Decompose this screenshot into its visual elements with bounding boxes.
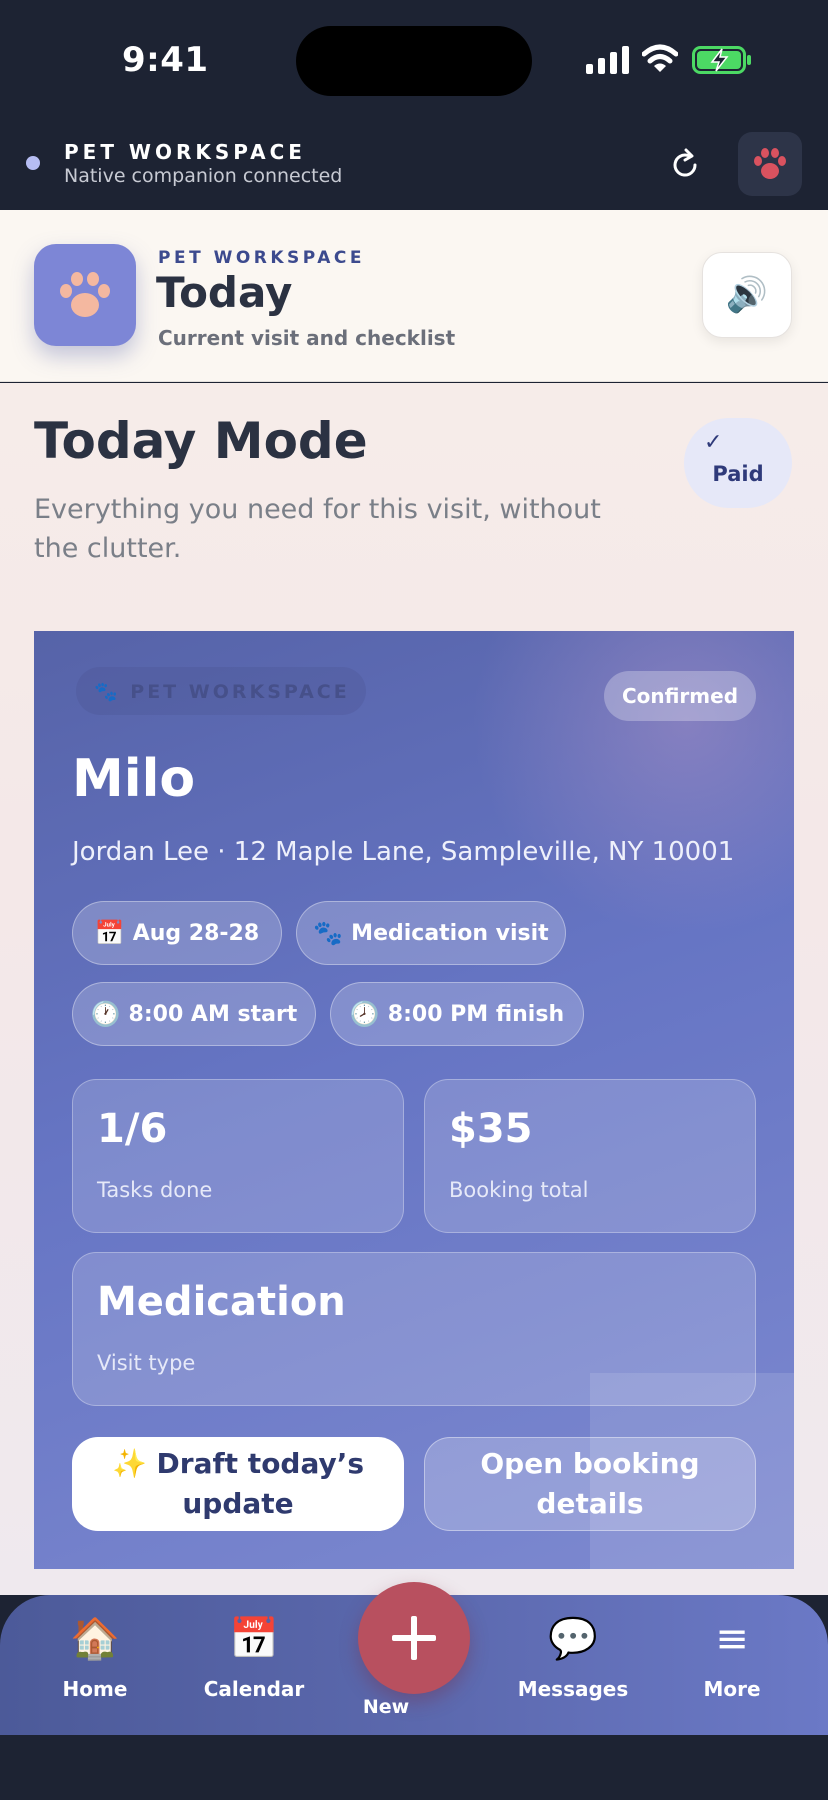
tab-more[interactable]: ≡ More (667, 1611, 797, 1701)
speech-bubble-icon: 💬 (548, 1616, 598, 1662)
app-kicker: PET WORKSPACE (158, 248, 365, 268)
chip-date-label: Aug 28-28 (132, 920, 260, 946)
chip-finish-label: 8:00 PM finish (387, 1001, 565, 1027)
tab-calendar-label: Calendar (203, 1677, 305, 1701)
refresh-button[interactable] (660, 140, 710, 190)
chip-start-time: 🕐 8:00 AM start (72, 982, 316, 1046)
dynamic-island (296, 26, 532, 96)
status-badge: Confirmed (604, 671, 756, 721)
booking-total-label: Booking total (449, 1178, 589, 1202)
speaker-icon: 🔊 (725, 275, 769, 315)
refresh-icon (673, 148, 697, 177)
wifi-icon (642, 44, 678, 72)
clock-icon: 🕗 (349, 1000, 380, 1028)
paid-label: Paid (712, 462, 764, 486)
draft-update-button[interactable]: ✨ Draft today’s update (72, 1437, 404, 1531)
page-title: Today Mode (34, 412, 368, 470)
app-subtitle: Current visit and checklist (158, 326, 456, 350)
paid-badge: ✓ Paid (684, 418, 792, 508)
status-time: 9:41 (122, 40, 209, 80)
paw-icon: 🐾 (313, 919, 344, 947)
app-logo (34, 244, 136, 346)
battery-charging-icon (692, 46, 751, 74)
plus-icon (392, 1616, 436, 1660)
calendar-icon: 📅 (94, 919, 125, 947)
stat-tasks: 1/6 Tasks done (72, 1079, 404, 1233)
home-icon: 🏠 (70, 1616, 120, 1662)
companion-title: PET WORKSPACE (64, 140, 306, 164)
paw-icon (60, 272, 110, 317)
checkmark-icon: ✓ (704, 430, 723, 455)
tab-home[interactable]: 🏠 Home (30, 1611, 160, 1701)
home-indicator-area (0, 1735, 828, 1800)
pet-menu-button[interactable] (738, 132, 802, 196)
clock-icon: 🕐 (90, 1000, 121, 1028)
pet-name: Milo (72, 749, 196, 809)
companion-subtitle: Native companion connected (64, 165, 343, 187)
workspace-pill: 🐾 PET WORKSPACE (76, 667, 366, 715)
calendar-icon: 📅 (229, 1616, 279, 1662)
tab-home-label: Home (62, 1677, 128, 1701)
cellular-signal-icon (586, 46, 629, 74)
tab-calendar[interactable]: 📅 Calendar (189, 1611, 319, 1701)
sound-button[interactable]: 🔊 (702, 252, 792, 338)
tab-messages-label: Messages (517, 1677, 629, 1701)
new-button-label: New (362, 1696, 410, 1718)
visit-type-value: Medication (97, 1279, 346, 1325)
tasks-done-label: Tasks done (97, 1178, 213, 1202)
owner-address: Jordan Lee · 12 Maple Lane, Sampleville,… (72, 837, 735, 867)
chip-visit-type: 🐾 Medication visit (296, 901, 566, 965)
tasks-done-value: 1/6 (97, 1106, 168, 1152)
app-title: Today (156, 268, 293, 317)
tab-messages[interactable]: 💬 Messages (508, 1611, 638, 1701)
chip-visit-type-label: Medication visit (351, 920, 549, 946)
connection-status-dot (26, 156, 40, 170)
chip-date: 📅 Aug 28-28 (72, 901, 282, 965)
visit-type-label: Visit type (97, 1351, 196, 1375)
menu-icon: ≡ (715, 1616, 749, 1662)
booking-total-value: $35 (449, 1106, 533, 1152)
tab-more-label: More (703, 1677, 761, 1701)
open-booking-button[interactable]: Open booking details (424, 1437, 756, 1531)
page-subtitle: Everything you need for this visit, with… (34, 494, 601, 564)
chip-finish-time: 🕗 8:00 PM finish (330, 982, 584, 1046)
paw-icon (754, 148, 786, 179)
stat-total: $35 Booking total (424, 1079, 756, 1233)
stat-visit-type: Medication Visit type (72, 1252, 756, 1406)
chip-start-label: 8:00 AM start (128, 1001, 298, 1027)
booking-card: 🐾 PET WORKSPACE Confirmed Milo Jordan Le… (34, 631, 794, 1569)
new-button[interactable] (358, 1582, 470, 1694)
